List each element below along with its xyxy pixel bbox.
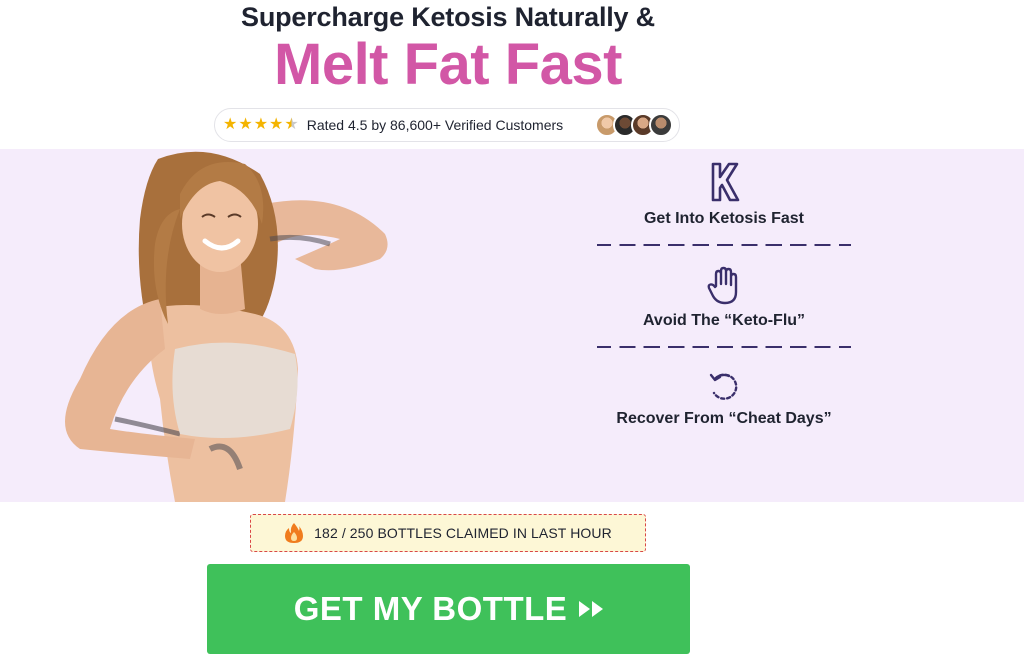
claimed-text: 182 / 250 BOTTLES CLAIMED IN LAST HOUR	[314, 525, 612, 541]
rating-stars: ★ ★ ★ ★ ★	[223, 117, 299, 133]
fire-icon	[285, 523, 304, 543]
double-arrow-icon	[579, 601, 604, 617]
benefit-label: Avoid The “Keto-Flu”	[642, 312, 806, 329]
benefit-item: Avoid The “Keto-Flu”	[596, 266, 852, 348]
rating-text: Rated 4.5 by 86,600+ Verified Customers	[306, 117, 564, 133]
model-illustration	[65, 151, 388, 502]
hand-stop-icon	[707, 266, 738, 305]
customer-avatars	[595, 113, 673, 137]
star-icon: ★	[223, 116, 238, 133]
headline-big: Melt Fat Fast	[274, 32, 623, 97]
benefits-list: Get Into Ketosis Fast Avoid The “Keto-Fl…	[596, 160, 852, 428]
avatar	[649, 113, 673, 137]
keto-k-icon	[711, 162, 740, 202]
divider	[597, 244, 851, 246]
star-icon: ★	[269, 116, 284, 133]
rating-pill: ★ ★ ★ ★ ★ Rated 4.5 by 86,600+ Verified …	[214, 108, 680, 142]
divider	[597, 346, 851, 348]
benefit-item: Recover From “Cheat Days”	[596, 370, 852, 428]
benefit-item: Get Into Ketosis Fast	[596, 160, 852, 246]
benefit-label: Get Into Ketosis Fast	[643, 210, 805, 227]
benefit-label: Recover From “Cheat Days”	[616, 410, 832, 427]
star-icon: ★	[253, 116, 269, 133]
headline-small: Supercharge Ketosis Naturally &	[241, 2, 655, 32]
get-my-bottle-button[interactable]: GET MY BOTTLE	[207, 564, 690, 654]
model-photo	[40, 149, 400, 502]
refresh-icon	[709, 373, 738, 400]
star-icon: ★	[238, 116, 253, 133]
cta-label: GET MY BOTTLE	[293, 590, 568, 627]
claimed-banner: 182 / 250 BOTTLES CLAIMED IN LAST HOUR	[250, 514, 646, 552]
half-star-icon: ★	[284, 116, 299, 133]
